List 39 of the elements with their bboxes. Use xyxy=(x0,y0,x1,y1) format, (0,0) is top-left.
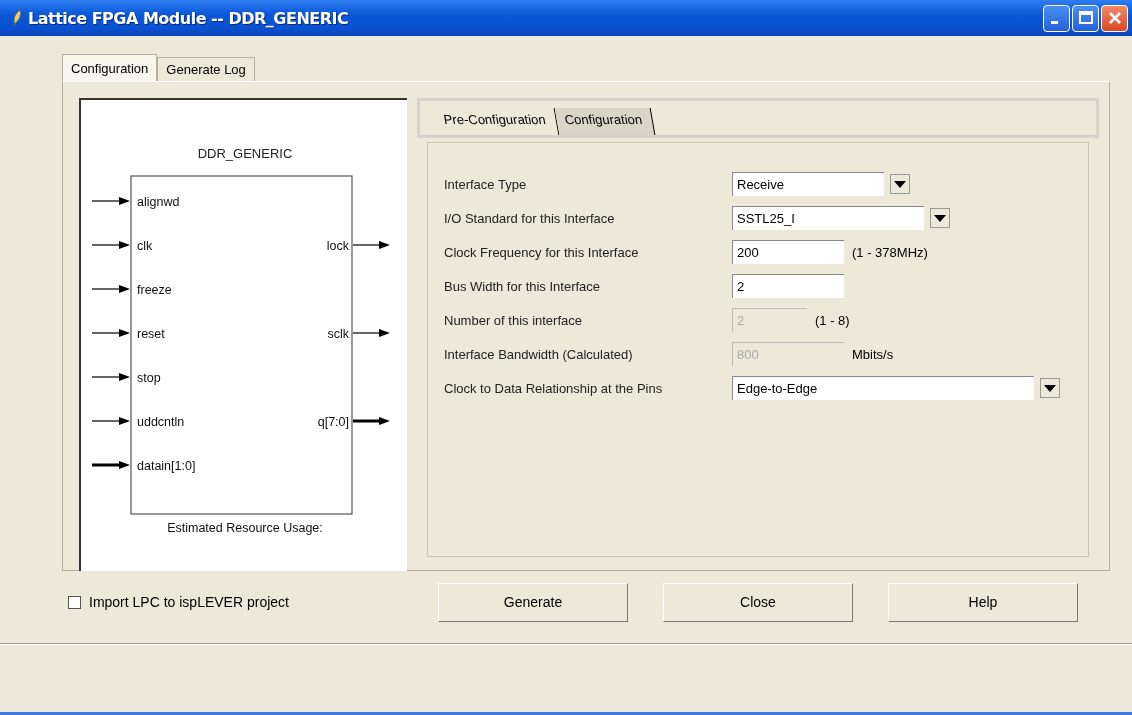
dialog-button[interactable]: Generate xyxy=(438,582,628,622)
tab[interactable]: Configuration xyxy=(554,108,656,135)
resource-usage-label: Estimated Resource Usage: xyxy=(167,521,323,535)
field-label: Number of this interface xyxy=(444,312,583,328)
field-label: I/O Standard for this Interface xyxy=(444,210,616,226)
unit-label: (1 - 378MHz) xyxy=(852,244,928,260)
pin-label: lock xyxy=(326,239,349,253)
window-title: Lattice FPGA Module -- DDR_GENERIC xyxy=(28,8,349,28)
field-label: Clock to Data Relationship at the Pins xyxy=(444,380,664,396)
field-label: Clock Frequency for this Interface xyxy=(444,244,640,260)
field-label: Interface Type xyxy=(444,176,528,192)
import-checkbox[interactable]: Import LPC to ispLEVER project xyxy=(68,594,438,610)
field-label: Interface Bandwidth (Calculated) xyxy=(444,346,634,362)
unit-label: (1 - 8) xyxy=(815,312,850,328)
minimize-icon xyxy=(1051,20,1058,24)
pin-label: stop xyxy=(137,371,161,385)
pin-label: freeze xyxy=(137,283,172,297)
pin-label: reset xyxy=(137,327,165,341)
feather-icon xyxy=(12,9,22,27)
pin-label: alignwd xyxy=(137,195,180,209)
field-label: Bus Width for this Interface xyxy=(444,278,602,294)
unit-label: Mbits/s xyxy=(852,346,894,362)
dialog-button[interactable]: Help xyxy=(888,582,1078,622)
tab[interactable]: Configuration xyxy=(62,54,158,81)
pin-label: q[7:0] xyxy=(317,415,349,429)
pin-label: clk xyxy=(137,239,153,253)
pin-label: uddcntln xyxy=(137,415,185,429)
input-field[interactable]: 2 xyxy=(732,274,844,298)
dialog-button[interactable]: Close xyxy=(663,582,853,622)
tab[interactable]: Generate Log xyxy=(157,57,255,81)
pin-label: datain[1:0] xyxy=(137,459,196,473)
close-button[interactable] xyxy=(1101,4,1128,32)
block-title: DDR_GENERIC xyxy=(197,146,293,161)
input-field[interactable]: 200 xyxy=(732,240,844,264)
checkbox[interactable] xyxy=(68,595,81,609)
pin-label: sclk xyxy=(327,327,349,341)
minimize-button[interactable] xyxy=(1043,4,1070,32)
maximize-button[interactable] xyxy=(1072,4,1099,32)
checkbox-label: Import LPC to ispLEVER project xyxy=(89,594,289,610)
